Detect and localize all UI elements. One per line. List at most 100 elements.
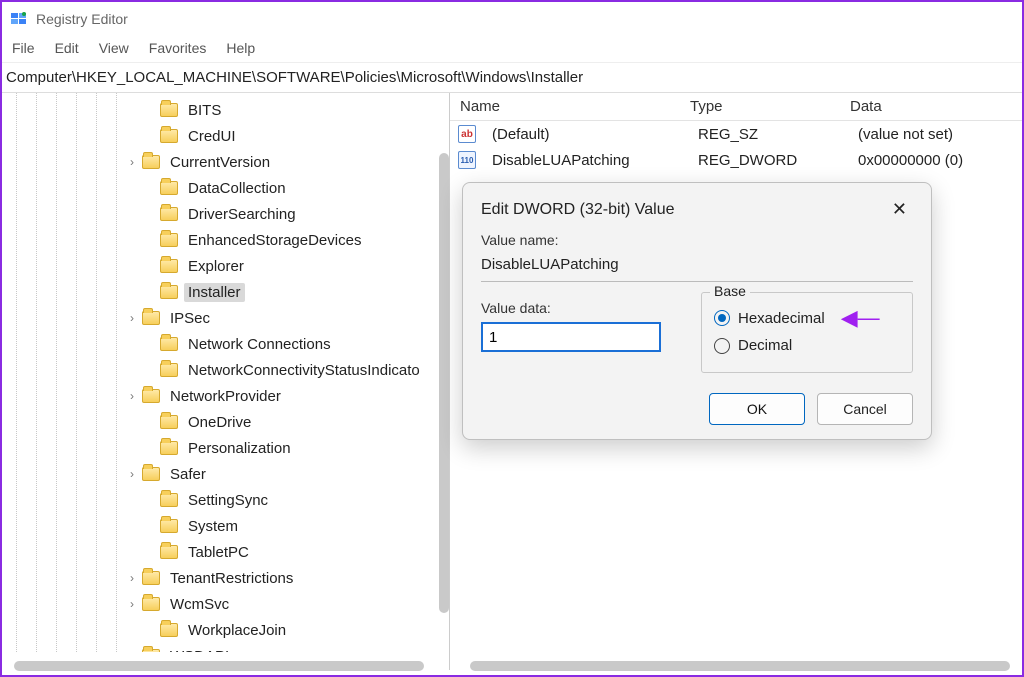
value-row[interactable]: 110DisableLUAPatchingREG_DWORD0x00000000… <box>450 147 1022 173</box>
menu-help[interactable]: Help <box>226 40 255 56</box>
base-legend: Base <box>710 283 750 299</box>
folder-icon <box>160 285 178 299</box>
value-name-cell: (Default) <box>482 122 688 147</box>
tree-item-label: DataCollection <box>184 179 290 198</box>
tree-item-label: WcmSvc <box>166 595 233 614</box>
tree-item-credui[interactable]: ›CredUI <box>2 123 449 149</box>
tree-pane: ›BITS›CredUI›CurrentVersion›DataCollecti… <box>2 93 450 670</box>
value-data-input[interactable] <box>481 322 661 352</box>
tree-item-system[interactable]: ›System <box>2 513 449 539</box>
tree-item-networkconnectivitystatusindicato[interactable]: ›NetworkConnectivityStatusIndicato <box>2 357 449 383</box>
folder-icon <box>142 155 160 169</box>
tree-item-label: System <box>184 517 242 536</box>
menu-favorites[interactable]: Favorites <box>149 40 207 56</box>
radio-hexadecimal[interactable]: Hexadecimal ◀— <box>714 307 900 329</box>
tree-item-workplacejoin[interactable]: ›WorkplaceJoin <box>2 617 449 643</box>
radio-hex-label: Hexadecimal <box>738 310 825 327</box>
tree-item-label: DriverSearching <box>184 205 300 224</box>
tree-item-label: BITS <box>184 101 225 120</box>
folder-icon <box>142 311 160 325</box>
tree-vertical-scrollbar[interactable] <box>439 153 449 613</box>
radio-decimal[interactable]: Decimal <box>714 337 900 354</box>
tree-item-datacollection[interactable]: ›DataCollection <box>2 175 449 201</box>
registry-editor-window: Registry Editor File Edit View Favorites… <box>0 0 1024 677</box>
value-name-label: Value name: <box>481 232 913 248</box>
tree-item-personalization[interactable]: ›Personalization <box>2 435 449 461</box>
chevron-right-icon[interactable]: › <box>124 311 140 325</box>
cancel-button[interactable]: Cancel <box>817 393 913 425</box>
close-icon[interactable]: ✕ <box>886 197 913 222</box>
tree-item-label: SettingSync <box>184 491 272 510</box>
chevron-right-icon[interactable]: › <box>124 571 140 585</box>
address-bar[interactable]: Computer\HKEY_LOCAL_MACHINE\SOFTWARE\Pol… <box>2 63 1022 93</box>
menu-view[interactable]: View <box>99 40 129 56</box>
chevron-right-icon[interactable]: › <box>124 597 140 611</box>
folder-icon <box>160 545 178 559</box>
list-header: Name Type Data <box>450 93 1022 121</box>
tree-item-wsdapi[interactable]: › WSDAPI <box>2 643 449 652</box>
tree-item-wcmsvc[interactable]: › WcmSvc <box>2 591 449 617</box>
tree-item-label: NetworkConnectivityStatusIndicato <box>184 361 424 380</box>
tree-item-label: WSDAPI <box>166 647 233 653</box>
folder-icon <box>160 363 178 377</box>
tree-item-label: Personalization <box>184 439 295 458</box>
tree-item-network-connections[interactable]: ›Network Connections <box>2 331 449 357</box>
folder-icon <box>142 467 160 481</box>
tree-item-installer[interactable]: ›Installer <box>2 279 449 305</box>
tree-item-label: Network Connections <box>184 335 335 354</box>
chevron-right-icon[interactable]: › <box>124 649 140 652</box>
folder-icon <box>160 181 178 195</box>
radio-icon <box>714 338 730 354</box>
tree-item-bits[interactable]: ›BITS <box>2 97 449 123</box>
app-icon <box>10 10 28 28</box>
value-data-cell: (value not set) <box>848 122 1022 147</box>
value-data-label: Value data: <box>481 300 681 316</box>
chevron-right-icon[interactable]: › <box>124 389 140 403</box>
list-horizontal-scrollbar[interactable] <box>470 661 1010 671</box>
tree-item-label: TenantRestrictions <box>166 569 297 588</box>
folder-icon <box>160 103 178 117</box>
folder-icon <box>142 597 160 611</box>
tree-item-explorer[interactable]: ›Explorer <box>2 253 449 279</box>
window-title: Registry Editor <box>36 11 128 27</box>
column-header-data[interactable]: Data <box>840 94 1022 119</box>
chevron-right-icon[interactable]: › <box>124 467 140 481</box>
folder-icon <box>160 129 178 143</box>
folder-icon <box>160 441 178 455</box>
ok-button[interactable]: OK <box>709 393 805 425</box>
value-name-field: DisableLUAPatching <box>481 254 913 282</box>
tree-item-driversearching[interactable]: ›DriverSearching <box>2 201 449 227</box>
column-header-name[interactable]: Name <box>450 94 680 119</box>
chevron-right-icon[interactable]: › <box>124 155 140 169</box>
value-row[interactable]: ab(Default)REG_SZ(value not set) <box>450 121 1022 147</box>
tree-item-enhancedstoragedevices[interactable]: ›EnhancedStorageDevices <box>2 227 449 253</box>
value-name-cell: DisableLUAPatching <box>482 148 688 173</box>
tree-item-label: WorkplaceJoin <box>184 621 290 640</box>
menu-file[interactable]: File <box>12 40 35 56</box>
annotation-arrow-icon: ◀— <box>841 307 880 329</box>
folder-icon <box>142 571 160 585</box>
folder-icon <box>160 259 178 273</box>
tree-item-label: Explorer <box>184 257 248 276</box>
tree-item-label: OneDrive <box>184 413 255 432</box>
value-data-cell: 0x00000000 (0) <box>848 148 1022 173</box>
tree-horizontal-scrollbar[interactable] <box>14 661 424 671</box>
tree-item-currentversion[interactable]: ›CurrentVersion <box>2 149 449 175</box>
column-header-type[interactable]: Type <box>680 94 840 119</box>
tree-item-settingsync[interactable]: ›SettingSync <box>2 487 449 513</box>
value-type-cell: REG_SZ <box>688 122 848 147</box>
tree-item-safer[interactable]: ›Safer <box>2 461 449 487</box>
edit-dword-dialog: Edit DWORD (32-bit) Value ✕ Value name: … <box>462 182 932 440</box>
tree-item-ipsec[interactable]: ›IPSec <box>2 305 449 331</box>
folder-icon <box>160 493 178 507</box>
folder-icon <box>142 389 160 403</box>
tree-item-tenantrestrictions[interactable]: › TenantRestrictions <box>2 565 449 591</box>
tree-item-tabletpc[interactable]: ›TabletPC <box>2 539 449 565</box>
menu-edit[interactable]: Edit <box>55 40 79 56</box>
tree-item-label: NetworkProvider <box>166 387 285 406</box>
tree-item-networkprovider[interactable]: › NetworkProvider <box>2 383 449 409</box>
menubar: File Edit View Favorites Help <box>2 36 1022 63</box>
tree-item-label: Installer <box>184 283 245 302</box>
tree-item-onedrive[interactable]: ›OneDrive <box>2 409 449 435</box>
titlebar: Registry Editor <box>2 2 1022 36</box>
